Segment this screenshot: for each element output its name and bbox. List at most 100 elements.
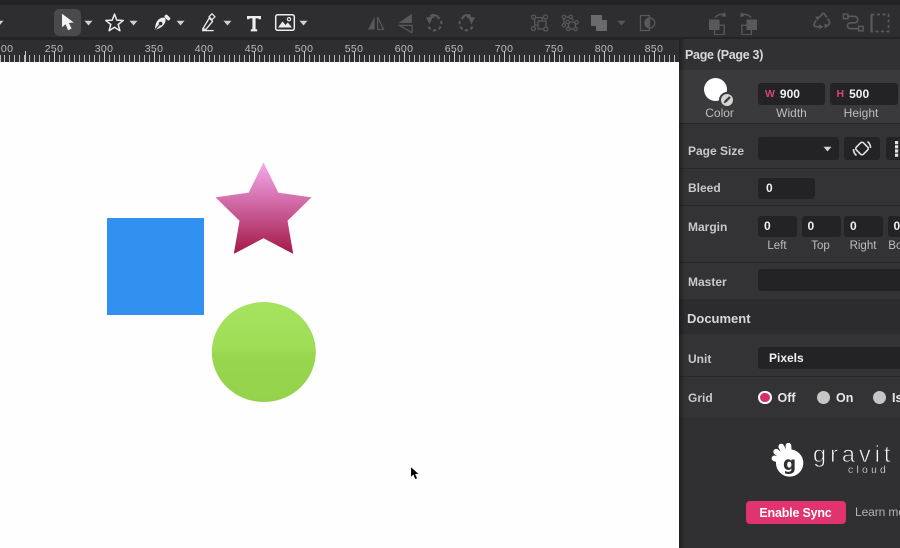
shape-tool-caret-icon[interactable]	[129, 20, 138, 26]
bleed-value: 0	[766, 181, 773, 195]
connector-button[interactable]	[839, 9, 866, 36]
margin-left-input[interactable]: 0	[758, 215, 797, 237]
panel-header: Page (Page 3)	[679, 39, 900, 70]
pen-icon	[154, 14, 170, 30]
bleed-row: Bleed 0	[679, 169, 900, 206]
flip-vertical-icon	[397, 13, 413, 33]
panel-title: Page (Page 3)	[685, 48, 764, 62]
margin-top-input[interactable]: 0	[801, 215, 841, 237]
pointer-icon	[61, 13, 74, 31]
grid-radio-off[interactable]	[758, 390, 772, 404]
master-label: Master	[688, 275, 727, 289]
color-label: Color	[705, 106, 734, 120]
width-label: Width	[776, 106, 807, 120]
text-icon	[246, 15, 261, 31]
margin-top-label: Top	[811, 239, 830, 252]
rotate-ccw-icon	[426, 13, 443, 31]
grid-row: Grid Off On Isometric	[679, 376, 900, 417]
svg-text:g: g	[783, 454, 796, 475]
cloud-brand-text: cloud	[848, 464, 890, 476]
mask-button[interactable]	[633, 9, 660, 36]
canvas-shapes	[107, 162, 316, 402]
width-value: 900	[779, 87, 800, 101]
columns-icon	[895, 141, 899, 157]
pen-tool-caret-icon[interactable]	[176, 20, 185, 26]
blue-square-shape[interactable]	[107, 218, 204, 315]
rotate-cw-button[interactable]	[452, 9, 479, 36]
gravit-cloud-section: g gravit cloud Enable Sync Learn more	[679, 417, 900, 548]
flip-vertical-button[interactable]	[393, 9, 420, 36]
orientation-icon	[852, 140, 872, 157]
toolbar	[0, 0, 900, 40]
unit-dropdown[interactable]: Pixels	[758, 347, 900, 369]
image-tool-caret-icon[interactable]	[299, 20, 308, 26]
flip-horizontal-button[interactable]	[362, 9, 389, 36]
convert-button[interactable]	[809, 9, 836, 36]
marquee-button[interactable]	[866, 9, 893, 36]
panel-left-shadow	[679, 39, 685, 548]
green-circle-shape[interactable]	[211, 302, 316, 402]
text-tool-button[interactable]	[240, 9, 267, 36]
unit-row: Unit Pixels	[679, 334, 900, 377]
image-icon	[274, 13, 296, 32]
grid-radio-label: Isometric	[892, 390, 900, 405]
page-size-section: Color W 900 Width H 500 Height	[679, 70, 900, 124]
gravit-cloud-logo: g	[771, 443, 804, 477]
enable-sync-button[interactable]: Enable Sync	[745, 501, 846, 524]
marquee-icon	[869, 13, 889, 32]
grid-radio-on[interactable]	[816, 390, 830, 404]
pink-star-shape[interactable]	[215, 162, 312, 254]
mask-icon	[639, 14, 655, 31]
pointer-tool-caret-icon[interactable]	[84, 20, 93, 26]
bring-forward-button[interactable]	[705, 9, 732, 36]
page-size-row: Page Size	[679, 125, 900, 169]
margin-right-input[interactable]: 0	[844, 215, 883, 237]
height-label: Height	[843, 106, 879, 120]
bleed-input[interactable]: 0	[758, 177, 815, 199]
chevron-down-icon	[823, 146, 832, 152]
mouse-cursor	[409, 466, 420, 481]
send-backward-button[interactable]	[735, 9, 762, 36]
shape-tool-button[interactable]	[101, 9, 128, 36]
margin-bottom-input[interactable]: 0	[887, 215, 900, 237]
connector-icon	[842, 12, 864, 32]
ungroup-button[interactable]	[556, 9, 583, 36]
group-icon	[530, 13, 548, 32]
height-prefix: H	[836, 88, 845, 100]
rotate-cw-icon	[458, 13, 475, 31]
toolbar-top-strip	[0, 0, 900, 5]
pen-tool-button[interactable]	[148, 9, 175, 36]
freehand-tool-button[interactable]	[195, 9, 222, 36]
unit-label: Unit	[688, 351, 712, 366]
eyedropper-icon	[723, 95, 731, 103]
height-value: 500	[849, 87, 870, 101]
gravit-designer-window: 2002503003504004505005506006507007508008…	[0, 0, 900, 548]
height-field[interactable]: H 500	[829, 83, 898, 105]
learn-more-link[interactable]: Learn more	[855, 505, 900, 519]
boolean-ops-caret-icon[interactable]	[617, 20, 626, 26]
grid-radio-label: On	[836, 390, 854, 405]
columns-button[interactable]	[886, 137, 900, 160]
horizontal-ruler: 2002503003504004505005506006507007508008…	[0, 40, 679, 62]
margin-left-label: Left	[767, 239, 787, 252]
freehand-tool-caret-icon[interactable]	[223, 20, 232, 26]
clipped-dropdown-caret-icon[interactable]	[0, 20, 4, 26]
ruler-major-ticks	[0, 51, 679, 62]
grid-radio-label: Off	[777, 390, 796, 405]
master-dropdown[interactable]	[758, 269, 900, 291]
canvas[interactable]	[0, 62, 679, 548]
width-prefix: W	[765, 88, 775, 100]
page-size-dropdown[interactable]	[758, 137, 839, 160]
width-field[interactable]: W 900	[758, 83, 825, 105]
margin-row: Margin 0 Left 0 Top 0 Right 0 Bottom	[679, 206, 900, 263]
inspector-panel: Page (Page 3) Color W 900 Width H 500 He…	[679, 39, 900, 548]
boolean-ops-button[interactable]	[585, 9, 612, 36]
group-button[interactable]	[526, 9, 553, 36]
image-tool-button[interactable]	[272, 9, 299, 36]
document-section-header: Document	[679, 299, 900, 334]
unit-value: Pixels	[769, 351, 804, 365]
orientation-button[interactable]	[844, 137, 880, 160]
rotate-ccw-button[interactable]	[422, 9, 449, 36]
grid-radio-isometric[interactable]	[872, 390, 886, 404]
pointer-tool-button[interactable]	[53, 9, 81, 36]
